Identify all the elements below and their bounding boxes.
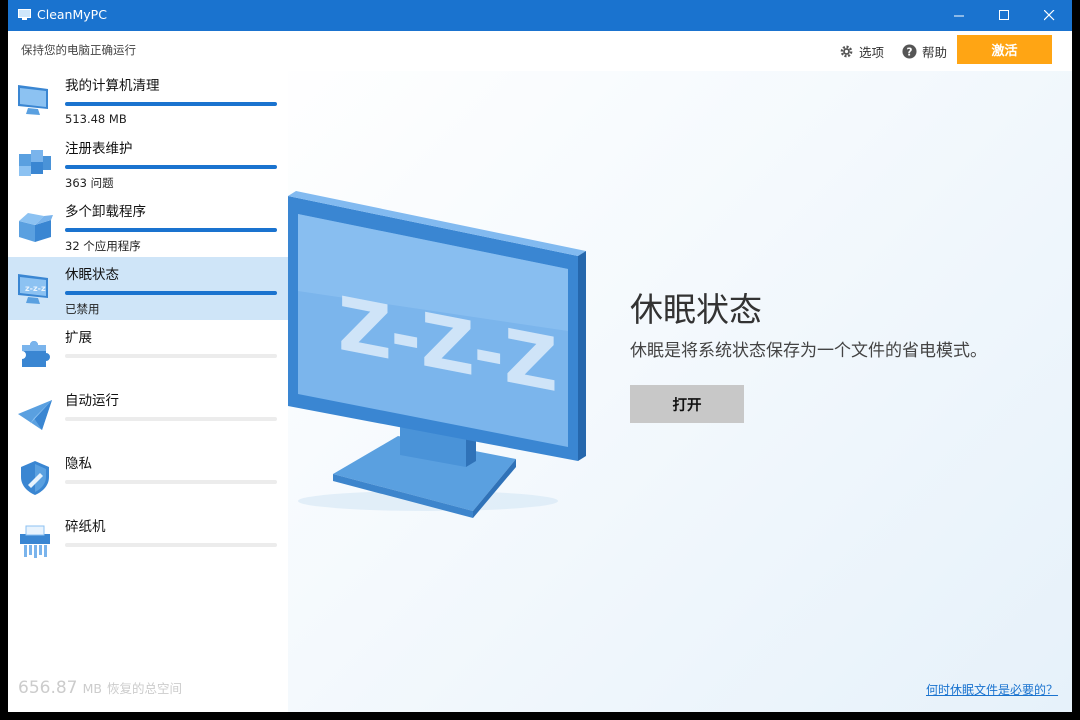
registry-cubes-icon bbox=[19, 150, 51, 176]
total-recovered: 656.87 MB 恢复的总空间 bbox=[18, 678, 182, 698]
sidebar-item-label: 碎纸机 bbox=[65, 519, 106, 535]
close-icon bbox=[1043, 10, 1054, 21]
sidebar-item-registry[interactable]: 注册表维护 363 问题 bbox=[8, 131, 288, 194]
sidebar-item-extensions[interactable]: 扩展 bbox=[8, 320, 288, 383]
svg-text:z-z-z: z-z-z bbox=[25, 284, 46, 293]
close-button[interactable] bbox=[1026, 0, 1072, 31]
svg-text:?: ? bbox=[907, 47, 913, 59]
sidebar-item-shredder[interactable]: 碎纸机 bbox=[8, 509, 288, 572]
main-panel: Z-Z-Z 休眠状态 休眠是将系统状态保存为一个文件的省电模式。 打开 何时休眠… bbox=[288, 31, 1072, 712]
progress-bar bbox=[65, 543, 277, 547]
progress-bar bbox=[65, 417, 277, 421]
help-button[interactable]: ? 帮助 bbox=[902, 42, 947, 61]
paper-plane-icon bbox=[18, 400, 52, 430]
feature-description: 休眠是将系统状态保存为一个文件的省电模式。 bbox=[630, 341, 987, 361]
sidebar-item-status: 513.48 MB bbox=[65, 112, 127, 126]
sidebar-item-autorun[interactable]: 自动运行 bbox=[8, 383, 288, 446]
progress-bar bbox=[65, 480, 277, 484]
uninstaller-box-icon bbox=[19, 213, 53, 242]
progress-bar bbox=[65, 354, 277, 358]
sidebar-item-label: 注册表维护 bbox=[65, 141, 133, 157]
sidebar-item-label: 扩展 bbox=[65, 330, 92, 346]
sidebar-item-label: 我的计算机清理 bbox=[65, 78, 160, 94]
options-label: 选项 bbox=[859, 45, 885, 60]
sidebar-item-hibernation[interactable]: z-z-z 休眠状态 已禁用 bbox=[8, 257, 288, 320]
sidebar-item-status: 32 个应用程序 bbox=[65, 239, 141, 253]
hibernation-help-link[interactable]: 何时休眠文件是必要的？ bbox=[926, 681, 1058, 698]
progress-bar bbox=[65, 102, 277, 106]
sidebar-item-label: 多个卸载程序 bbox=[65, 204, 146, 220]
minimize-button[interactable] bbox=[936, 0, 982, 31]
options-button[interactable]: 选项 bbox=[839, 42, 884, 61]
sidebar-item-status: 363 问题 bbox=[65, 176, 114, 190]
shredder-icon bbox=[20, 525, 50, 558]
sidebar-item-pc-cleanup[interactable]: 我的计算机清理 513.48 MB bbox=[8, 68, 288, 131]
puzzle-icon bbox=[22, 341, 50, 367]
app-logo-icon bbox=[18, 9, 31, 20]
sidebar-item-label: 隐私 bbox=[65, 456, 92, 472]
total-recovered-unit: MB bbox=[82, 681, 102, 696]
hibernation-monitor-illustration: Z-Z-Z bbox=[288, 191, 586, 518]
sidebar-item-label: 自动运行 bbox=[65, 393, 119, 409]
app-window: CleanMyPC Z-Z-Z 休眠状态 休眠是将系统状态保存为一个文件的省电模… bbox=[8, 0, 1072, 712]
sidebar: 保持您的电脑正确运行 我的计算机清理 513.48 MB 注册表维护 363 问… bbox=[8, 31, 288, 712]
top-toolbar bbox=[288, 31, 1072, 71]
shield-broom-icon bbox=[21, 461, 49, 495]
activate-button[interactable]: 激活 bbox=[957, 35, 1052, 64]
sidebar-item-uninstaller[interactable]: 多个卸载程序 32 个应用程序 bbox=[8, 194, 288, 257]
sidebar-item-status: 已禁用 bbox=[65, 302, 100, 316]
total-recovered-value: 656.87 bbox=[18, 678, 78, 698]
window-title: CleanMyPC bbox=[37, 7, 107, 22]
computer-icon bbox=[18, 85, 48, 115]
feature-title: 休眠状态 bbox=[630, 290, 762, 329]
minimize-icon bbox=[953, 15, 964, 17]
total-recovered-label: 恢复的总空间 bbox=[107, 681, 183, 696]
maximize-icon bbox=[998, 10, 1009, 20]
tagline: 保持您的电脑正确运行 bbox=[21, 43, 136, 57]
hibernation-monitor-icon: z-z-z bbox=[18, 274, 48, 304]
sidebar-item-privacy[interactable]: 隐私 bbox=[8, 446, 288, 509]
open-button[interactable]: 打开 bbox=[630, 385, 744, 423]
gear-icon bbox=[840, 45, 853, 58]
progress-bar bbox=[65, 165, 277, 169]
help-label: 帮助 bbox=[922, 45, 948, 60]
sidebar-item-label: 休眠状态 bbox=[65, 267, 119, 283]
title-bar[interactable]: CleanMyPC bbox=[8, 0, 1072, 31]
progress-bar bbox=[65, 228, 277, 232]
progress-bar bbox=[65, 291, 277, 295]
maximize-button[interactable] bbox=[981, 0, 1027, 31]
help-icon: ? bbox=[902, 44, 917, 59]
